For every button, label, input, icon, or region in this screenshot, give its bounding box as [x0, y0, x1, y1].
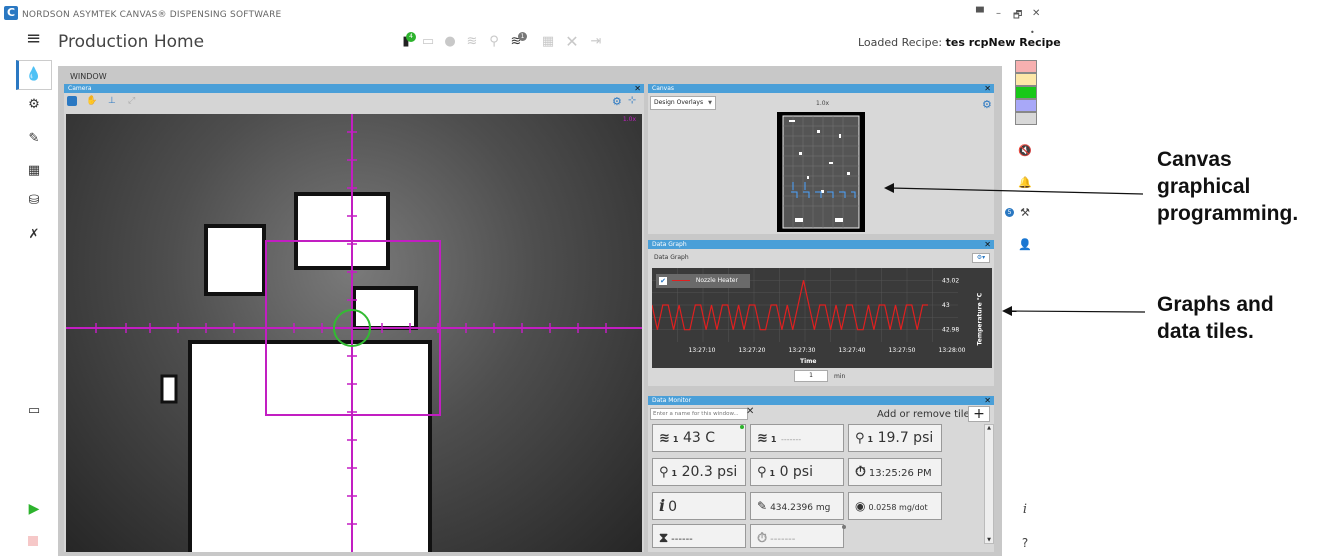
callout-arrows	[884, 183, 1146, 316]
annotation-graphs: Graphs and data tiles.	[1157, 293, 1274, 343]
annotation-canvas: Canvas graphical programming.	[1157, 148, 1299, 225]
